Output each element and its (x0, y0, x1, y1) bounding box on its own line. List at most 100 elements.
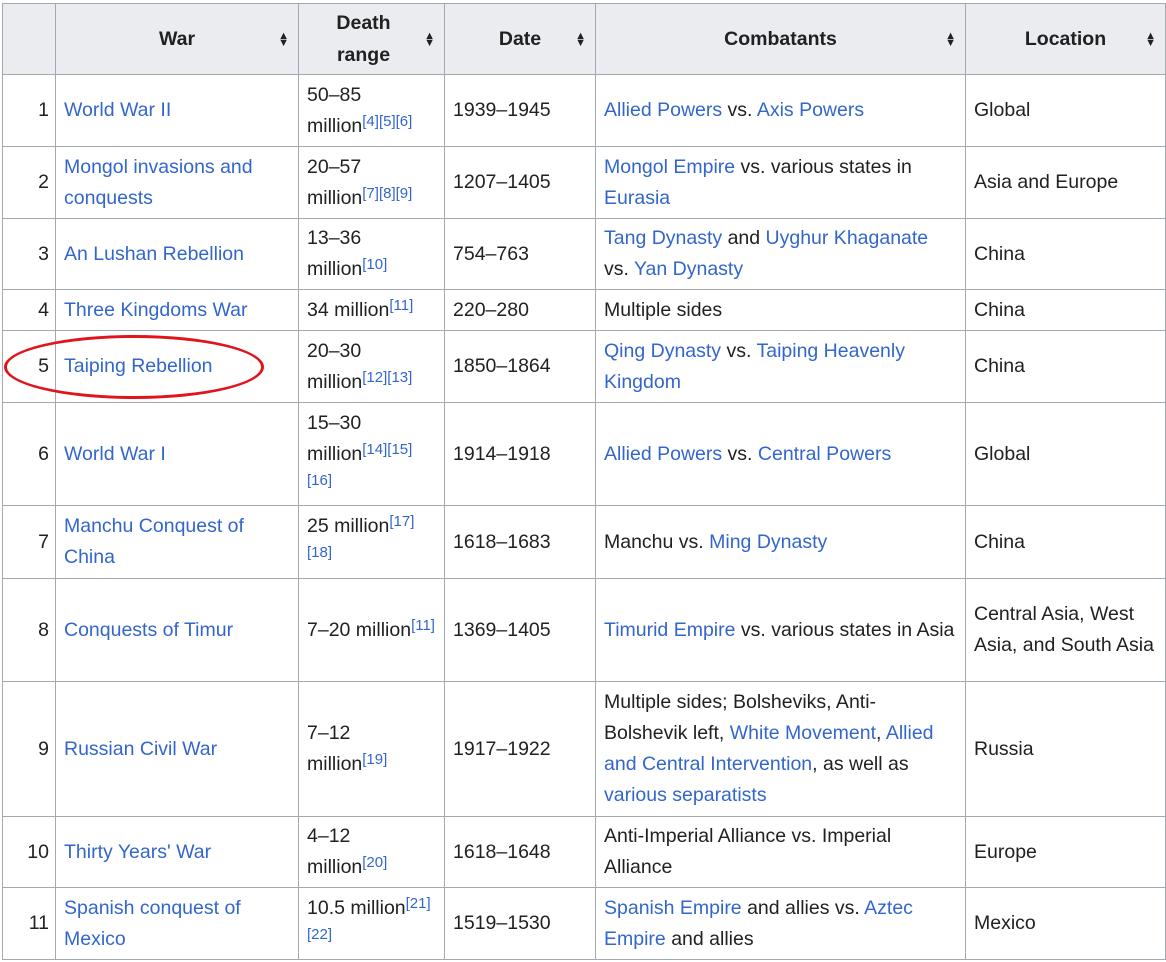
combatant-link[interactable]: Allied Powers (604, 99, 722, 121)
sort-icon[interactable]: ▲ ▼ (278, 31, 289, 49)
death-range-cell: 10.5 million[21] [22] (298, 887, 445, 960)
sort-icon[interactable]: ▲ ▼ (1145, 31, 1156, 49)
war-cell: Conquests of Timur (55, 578, 299, 682)
combatant-link[interactable]: Mongol Empire (604, 156, 735, 178)
death-range-cell: 34 million[11] (298, 289, 445, 331)
combatants-column-header[interactable]: Combatants ▲ ▼ (595, 3, 966, 75)
combatant-link[interactable]: Timurid Empire (604, 619, 735, 641)
combatant-link[interactable]: Ming Dynasty (709, 531, 827, 553)
location-cell: Global (965, 74, 1166, 147)
reference-link[interactable]: [6] (396, 113, 413, 130)
date-cell: 1207–1405 (444, 146, 596, 219)
row-rank: 11 (2, 887, 56, 960)
combatant-text: vs. (722, 99, 757, 121)
row-rank: 4 (2, 289, 56, 331)
reference-footnotes: [4][5][6] (362, 113, 412, 130)
war-link[interactable]: An Lushan Rebellion (64, 243, 244, 265)
date-column-header[interactable]: Date ▲ ▼ (444, 3, 596, 75)
reference-link[interactable]: [18] (307, 544, 332, 561)
date-cell: 1939–1945 (444, 74, 596, 147)
reference-link[interactable]: [9] (396, 185, 413, 202)
combatant-link[interactable]: Yan Dynasty (634, 258, 743, 280)
combatant-link[interactable]: White Movement (730, 722, 876, 744)
combatants-cell: Qing Dynasty vs. Taiping Heavenly Kingdo… (595, 330, 966, 403)
table-row: 10 Thirty Years' War 4–12 million[20] 1618–… (2, 816, 1166, 888)
war-link[interactable]: Conquests of Timur (64, 619, 233, 641)
location-header-label: Location (1024, 28, 1107, 50)
war-link[interactable]: Manchu Conquest of China (64, 515, 244, 568)
reference-link[interactable]: [11] (389, 297, 413, 314)
reference-footnotes: [20] (362, 854, 387, 871)
reference-link[interactable]: [8] (379, 185, 396, 202)
war-column-header[interactable]: War ▲ ▼ (55, 3, 299, 75)
combatant-text: Anti-Imperial Alliance vs. Imperial Alli… (604, 825, 892, 878)
table-body: 1 World War II 50–85 million[4][5][6] 1939–… (2, 74, 1166, 960)
reference-link[interactable]: [5] (379, 113, 396, 130)
combatant-link[interactable]: Uyghur Khaganate (766, 227, 929, 249)
reference-link[interactable]: [13] (387, 369, 412, 386)
combatant-link[interactable]: Allied Powers (604, 443, 722, 465)
date-cell: 220–280 (444, 289, 596, 331)
combatant-link[interactable]: Tang Dynasty (604, 227, 722, 249)
sort-icon[interactable]: ▲ ▼ (424, 31, 435, 49)
combatants-cell: Multiple sides (595, 289, 966, 331)
death-range-cell: 7–12 million[19] (298, 681, 445, 817)
sort-icon[interactable]: ▲ ▼ (575, 31, 586, 49)
war-link[interactable]: Russian Civil War (64, 738, 217, 760)
reference-link[interactable]: [21] (406, 895, 431, 912)
reference-link[interactable]: [20] (362, 854, 387, 871)
war-link[interactable]: Spanish conquest of Mexico (64, 897, 241, 950)
reference-link[interactable]: [16] (307, 472, 332, 489)
war-cell: Spanish conquest of Mexico (55, 887, 299, 960)
table-row: 8 Conquests of Timur 7–20 million[11] 1369–… (2, 578, 1166, 682)
war-cell: Three Kingdoms War (55, 289, 299, 331)
reference-link[interactable]: [7] (362, 185, 379, 202)
war-link[interactable]: World War II (64, 99, 171, 121)
reference-link[interactable]: [22] (307, 926, 332, 943)
row-rank: 1 (2, 74, 56, 147)
reference-footnotes: [11] (411, 617, 435, 634)
date-cell: 754–763 (444, 218, 596, 290)
death-range-cell: 20–30 million[12][13] (298, 330, 445, 403)
reference-footnotes: [7][8][9] (362, 185, 412, 202)
death-range-value: 4–12 million (307, 825, 363, 878)
row-rank: 9 (2, 681, 56, 817)
reference-link[interactable]: [12] (362, 369, 387, 386)
reference-link[interactable]: [17] (389, 513, 414, 530)
reference-link[interactable]: [10] (362, 256, 387, 273)
sort-icon[interactable]: ▲ ▼ (945, 31, 956, 49)
war-link[interactable]: Mongol invasions and conquests (64, 156, 253, 209)
combatants-cell: Mongol Empire vs. various states in Eura… (595, 146, 966, 219)
combatant-link[interactable]: Qing Dynasty (604, 340, 721, 362)
combatants-cell: Allied Powers vs. Axis Powers (595, 74, 966, 147)
war-link[interactable]: Thirty Years' War (64, 841, 211, 863)
reference-link[interactable]: [19] (362, 751, 387, 768)
combatant-link[interactable]: Eurasia (604, 187, 670, 209)
combatant-link[interactable]: Central Powers (758, 443, 891, 465)
table-row: 5 Taiping Rebellion 20–30 million[12][13] 1… (2, 330, 1166, 403)
death-range-column-header[interactable]: Death range ▲ ▼ (298, 3, 445, 75)
reference-footnotes: [11] (389, 297, 413, 314)
death-range-header-label-line2: range (336, 44, 391, 66)
reference-link[interactable]: [14] (362, 441, 387, 458)
table-row: 7 Manchu Conquest of China 25 million[17] [… (2, 505, 1166, 579)
row-rank: 6 (2, 402, 56, 506)
combatant-text: Manchu vs. (604, 530, 710, 553)
combatants-cell: Anti-Imperial Alliance vs. Imperial Alli… (595, 816, 966, 888)
row-rank: 8 (2, 578, 56, 682)
reference-link[interactable]: [11] (411, 617, 435, 634)
reference-link[interactable]: [15] (387, 441, 412, 458)
combatant-text: vs. (722, 442, 758, 465)
war-link[interactable]: Three Kingdoms War (64, 299, 248, 321)
death-range-value: 50–85 million (307, 83, 363, 137)
combatant-text: vs. various states in (735, 155, 912, 178)
location-column-header[interactable]: Location ▲ ▼ (965, 3, 1166, 75)
combatants-cell: Timurid Empire vs. various states in Asi… (595, 578, 966, 682)
war-link[interactable]: World War I (64, 443, 166, 465)
reference-link[interactable]: [4] (362, 113, 379, 130)
combatant-link[interactable]: Axis Powers (757, 99, 864, 121)
war-cell: Manchu Conquest of China (55, 505, 299, 579)
war-link[interactable]: Taiping Rebellion (64, 355, 213, 377)
combatant-link[interactable]: various separatists (604, 784, 767, 806)
combatant-link[interactable]: Spanish Empire (604, 897, 742, 919)
